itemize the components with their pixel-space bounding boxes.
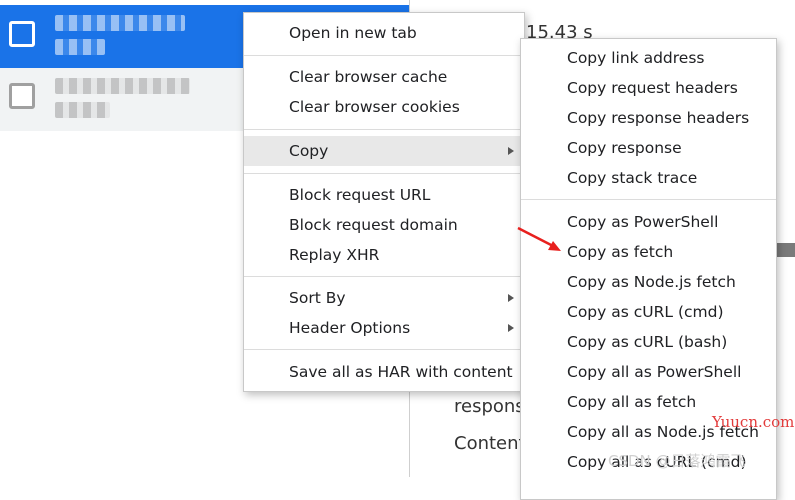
menu-separator: [244, 349, 524, 350]
menu-item-copy[interactable]: Copy: [244, 136, 524, 166]
menu-item-save-har[interactable]: Save all as HAR with content: [244, 357, 524, 387]
menu-separator: [244, 55, 524, 56]
row-checkbox[interactable]: [9, 83, 35, 109]
submenu-item-copy-link[interactable]: Copy link address: [521, 43, 776, 73]
submenu-item-copy-request-headers[interactable]: Copy request headers: [521, 73, 776, 103]
submenu-item-copy-response[interactable]: Copy response: [521, 133, 776, 163]
menu-item-open-new-tab[interactable]: Open in new tab: [244, 18, 524, 48]
menu-item-block-domain[interactable]: Block request domain: [244, 210, 524, 240]
menu-item-block-url[interactable]: Block request URL: [244, 180, 524, 210]
blurred-request-path: [55, 102, 110, 118]
menu-item-replay-xhr[interactable]: Replay XHR: [244, 240, 524, 270]
menu-item-clear-cookies[interactable]: Clear browser cookies: [244, 92, 524, 122]
submenu-item-copy-as-curl-bash[interactable]: Copy as cURL (bash): [521, 327, 776, 357]
submenu-item-copy-response-headers[interactable]: Copy response headers: [521, 103, 776, 133]
watermark-brand: Yuucn.com: [712, 413, 795, 431]
watermark-credit: CSDN @日落鸿霞飞: [608, 452, 746, 470]
submenu-arrow-icon: [508, 324, 514, 332]
menu-item-clear-cache[interactable]: Clear browser cache: [244, 62, 524, 92]
menu-separator: [244, 173, 524, 174]
submenu-item-copy-stack-trace[interactable]: Copy stack trace: [521, 163, 776, 193]
scrollbar-thumb[interactable]: [775, 243, 795, 257]
menu-item-header-options[interactable]: Header Options: [244, 313, 524, 343]
submenu-arrow-icon: [508, 294, 514, 302]
menu-item-copy-label: Copy: [289, 142, 329, 160]
row-checkbox[interactable]: [9, 21, 35, 47]
submenu-item-copy-all-as-powershell[interactable]: Copy all as PowerShell: [521, 357, 776, 387]
submenu-arrow-icon: [508, 147, 514, 155]
menu-item-header-options-label: Header Options: [289, 319, 411, 337]
blurred-request-name: [55, 15, 185, 31]
submenu-item-copy-as-curl-cmd[interactable]: Copy as cURL (cmd): [521, 297, 776, 327]
menu-separator: [244, 276, 524, 277]
menu-separator: [244, 129, 524, 130]
blurred-request-name: [55, 78, 190, 94]
menu-item-sort-by[interactable]: Sort By: [244, 283, 524, 313]
response-label: respons: [454, 396, 525, 417]
menu-separator: [521, 199, 776, 200]
submenu-item-copy-as-nodejs-fetch[interactable]: Copy as Node.js fetch: [521, 267, 776, 297]
blurred-request-path: [55, 39, 105, 55]
content-label: Content: [454, 433, 526, 454]
context-menu: Open in new tab Clear browser cache Clea…: [243, 12, 525, 392]
menu-item-sort-by-label: Sort By: [289, 289, 346, 307]
annotation-arrow-icon: [517, 226, 561, 251]
